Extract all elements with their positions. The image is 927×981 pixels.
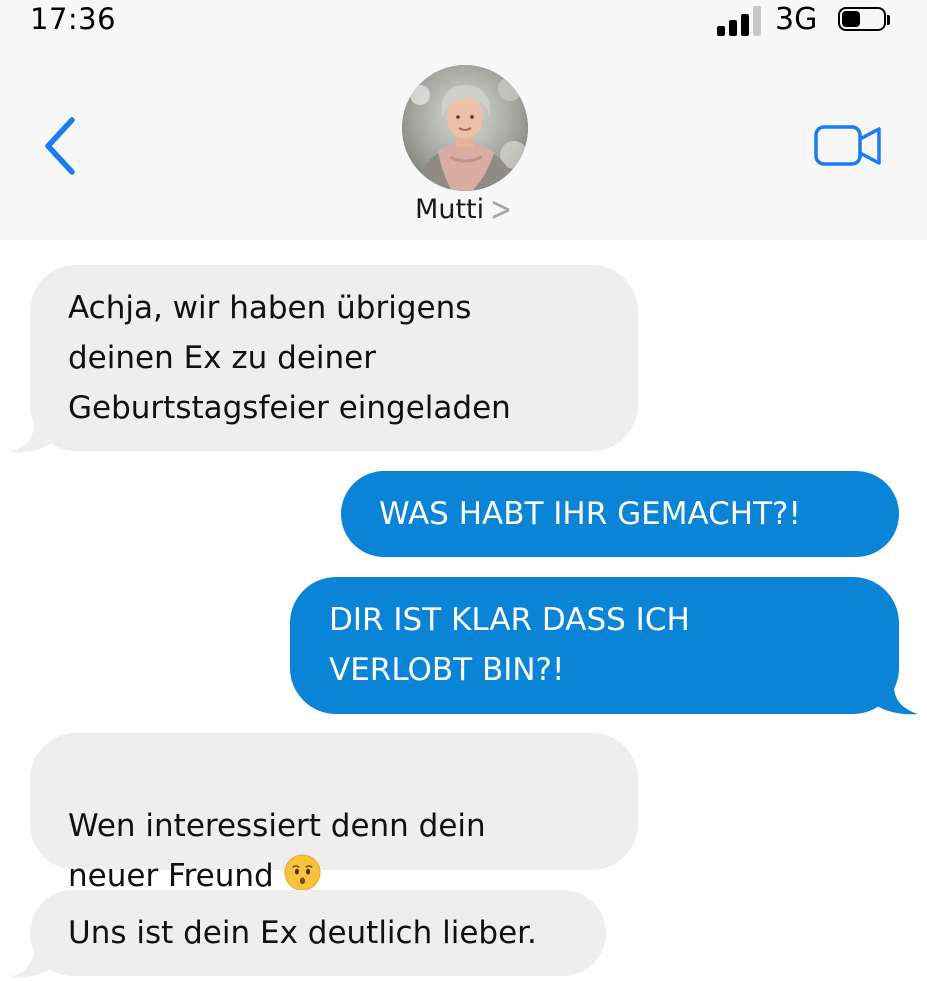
contact-name-button[interactable]: Mutti >: [0, 191, 927, 230]
message-text: WAS HABT IHR GEMACHT?!: [379, 496, 801, 532]
bubble-tail: [10, 420, 54, 453]
status-time: 17:36: [30, 2, 117, 36]
message-text-content: Wen interessiert denn dein neuer Freund: [68, 808, 486, 894]
video-camera-icon: [814, 125, 881, 166]
avatar-photo: [402, 65, 528, 191]
message-text: Uns ist dein Ex deutlich lieber.: [68, 915, 537, 951]
message-text: Achja, wir haben übrigens deinen Ex zu d…: [68, 290, 511, 426]
message-bubble-outgoing[interactable]: WAS HABT IHR GEMACHT?!: [341, 471, 899, 557]
kissing-face-emoji-icon: [284, 854, 321, 891]
message-bubble-outgoing[interactable]: DIR IST KLAR DASS ICH VERLOBT BIN?!: [290, 577, 899, 714]
cellular-signal-icon: [717, 6, 763, 36]
message-bubble-incoming[interactable]: Achja, wir haben übrigens deinen Ex zu d…: [30, 265, 638, 451]
status-bar: 17:36 3G: [0, 0, 927, 48]
contact-name: Mutti: [415, 194, 485, 225]
message-text: DIR IST KLAR DASS ICH VERLOBT BIN?!: [329, 602, 690, 688]
message-bubble-incoming[interactable]: Wen interessiert denn dein neuer Freund: [30, 733, 638, 894]
message-text: Wen interessiert denn dein neuer Freund: [68, 751, 486, 901]
chevron-left-icon: [45, 117, 75, 175]
contact-avatar[interactable]: [402, 65, 528, 191]
conversation-header: Mutti >: [0, 48, 927, 240]
battery-icon: [838, 7, 890, 33]
back-button[interactable]: [38, 114, 84, 178]
bubble-tail: [10, 945, 54, 978]
bubble-tail: [874, 682, 918, 715]
chevron-right-icon: >: [490, 190, 512, 230]
video-call-button[interactable]: [813, 122, 883, 170]
message-bubble-incoming[interactable]: Uns ist dein Ex deutlich lieber.: [30, 890, 606, 976]
network-type: 3G: [775, 2, 818, 37]
